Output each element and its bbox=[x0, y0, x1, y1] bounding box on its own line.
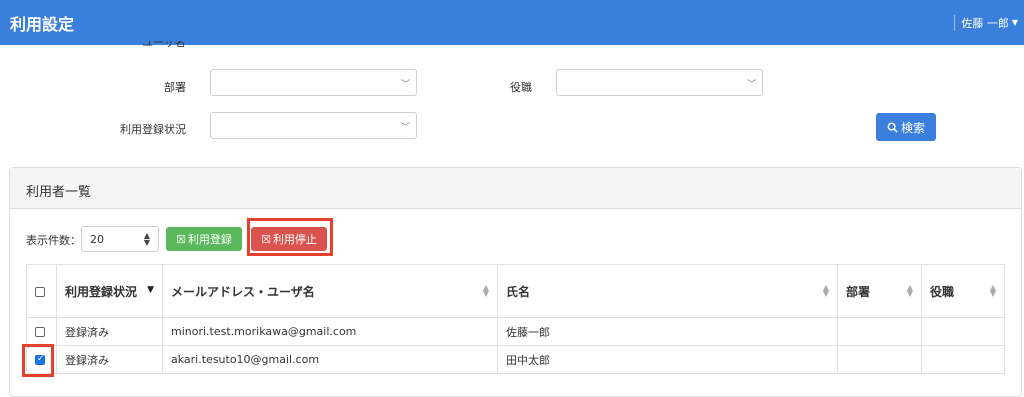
status-cell: 登録済み bbox=[56, 317, 163, 346]
sort-desc-icon: ▼ bbox=[147, 285, 154, 295]
caret-down-icon: ▼ bbox=[1011, 18, 1018, 27]
name-header-label: 氏名 bbox=[506, 284, 531, 299]
row-checkbox[interactable] bbox=[35, 327, 45, 337]
table-row: 登録済み akari.tesuto10@gmail.com 田中太郎 bbox=[26, 345, 1005, 374]
suspend-button-label: 利用停止 bbox=[272, 233, 317, 246]
sort-icon: ▲ ▼ bbox=[822, 283, 829, 298]
role-column-header[interactable]: 役職 ▲ ▼ bbox=[921, 264, 1005, 318]
role-header-label: 役職 bbox=[930, 284, 955, 299]
sort-icon: ▲ ▼ bbox=[906, 283, 913, 298]
username-label-partial: ユーザ名 bbox=[142, 41, 186, 47]
select-all-header bbox=[26, 264, 57, 318]
dept-header-label: 部署 bbox=[846, 284, 871, 299]
suspend-icon: ☒ bbox=[261, 232, 271, 246]
select-all-checkbox[interactable] bbox=[35, 286, 45, 297]
chevron-down-icon: ﹀ bbox=[400, 80, 410, 90]
email-cell: akari.tesuto10@gmail.com bbox=[162, 345, 498, 374]
role-label: 役職 bbox=[510, 81, 532, 94]
page-size-label: 表示件数： bbox=[26, 234, 81, 247]
status-label: 利用登録状況 bbox=[120, 123, 186, 136]
email-cell: minori.test.morikawa@gmail.com bbox=[162, 317, 498, 346]
table-row: 登録済み minori.test.morikawa@gmail.com 佐藤一郎 bbox=[26, 317, 1005, 346]
email-header-label: メールアドレス・ユーザ名 bbox=[171, 284, 315, 299]
dept-cell bbox=[837, 317, 922, 346]
sort-icon: ▲ ▼ bbox=[482, 283, 489, 298]
updown-icon: ▲ ▼ bbox=[143, 231, 150, 247]
name-cell: 佐藤一郎 bbox=[497, 317, 838, 346]
sort-icon: ▲ ▼ bbox=[989, 283, 996, 298]
search-button[interactable]: 検索 bbox=[876, 113, 936, 141]
role-cell bbox=[921, 345, 1005, 374]
search-icon bbox=[887, 122, 898, 133]
page-size-value: 20 bbox=[90, 233, 104, 246]
status-header-label: 利用登録状況 bbox=[65, 284, 138, 299]
dept-select[interactable]: ﹀ bbox=[210, 69, 417, 96]
checkbox-highlight bbox=[22, 344, 54, 377]
chevron-down-icon: ﹀ bbox=[400, 123, 410, 133]
table-header-row: 利用登録状況 ▼ メールアドレス・ユーザ名 ▲ ▼ 氏名 ▲ ▼ 部署 ▲ ▼ 役職 ▲ ▼ bbox=[26, 264, 1005, 318]
chevron-down-icon: ﹀ bbox=[746, 80, 756, 90]
user-menu[interactable]: 佐藤 一郎 ▼ bbox=[954, 14, 1018, 31]
dept-column-header[interactable]: 部署 ▲ ▼ bbox=[837, 264, 922, 318]
page-size-select[interactable]: 20 ▲ ▼ bbox=[81, 226, 159, 252]
register-button[interactable]: ☒ 利用登録 bbox=[166, 227, 242, 251]
page-title: 利用設定 bbox=[10, 14, 75, 34]
email-column-header[interactable]: メールアドレス・ユーザ名 ▲ ▼ bbox=[162, 264, 498, 318]
status-column-header[interactable]: 利用登録状況 ▼ bbox=[56, 264, 163, 318]
role-select[interactable]: ﹀ bbox=[556, 69, 763, 96]
status-select[interactable]: ﹀ bbox=[210, 112, 417, 139]
role-cell bbox=[921, 317, 1005, 346]
row-select-cell bbox=[26, 317, 57, 346]
top-navbar: 利用設定 佐藤 一郎 ▼ bbox=[0, 0, 1024, 45]
panel-title: 利用者一覧 bbox=[10, 168, 1021, 209]
dept-label: 部署 bbox=[164, 81, 186, 94]
search-button-label: 検索 bbox=[900, 120, 925, 135]
status-cell: 登録済み bbox=[56, 345, 163, 374]
name-cell: 田中太郎 bbox=[497, 345, 838, 374]
register-button-label: 利用登録 bbox=[187, 233, 232, 246]
user-table: 利用登録状況 ▼ メールアドレス・ユーザ名 ▲ ▼ 氏名 ▲ ▼ 部署 ▲ ▼ 役職 ▲ ▼ 登録… bbox=[26, 264, 1005, 374]
dept-cell bbox=[837, 345, 922, 374]
suspend-button[interactable]: ☒ 利用停止 bbox=[251, 227, 327, 251]
register-icon: ☒ bbox=[176, 232, 186, 246]
name-column-header[interactable]: 氏名 ▲ ▼ bbox=[497, 264, 838, 318]
user-name: 佐藤 一郎 bbox=[961, 16, 1009, 30]
